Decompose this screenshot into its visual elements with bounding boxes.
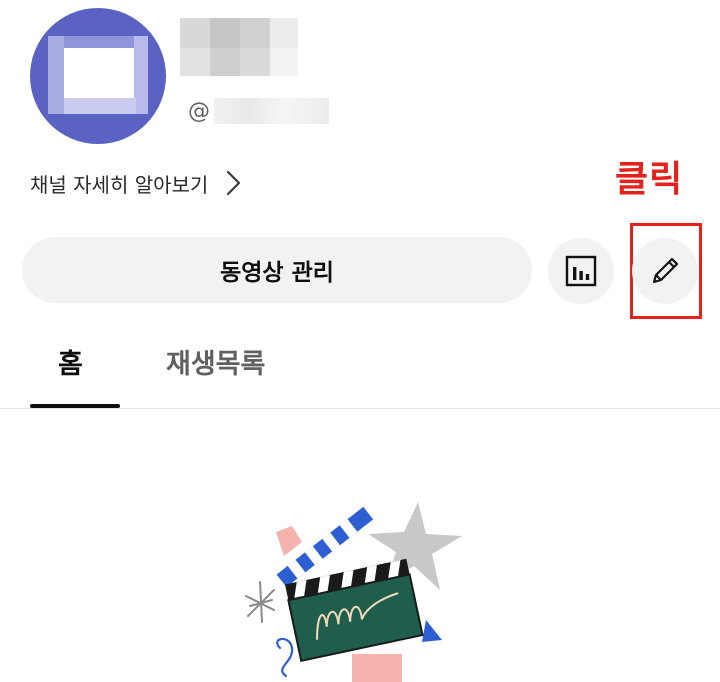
tab-home[interactable]: 홈: [58, 342, 83, 381]
pencil-icon: [652, 257, 679, 284]
channel-details-label: 채널 자세히 알아보기: [30, 172, 209, 197]
analytics-button[interactable]: [548, 238, 614, 304]
manage-videos-button[interactable]: 동영상 관리: [22, 237, 532, 303]
channel-handle: @: [188, 96, 329, 126]
annotation-click-label: 클릭: [615, 159, 684, 200]
handle-prefix: @: [188, 98, 210, 124]
tabs-divider: [0, 408, 720, 409]
chevron-right-icon: [227, 170, 241, 196]
bar-chart-icon: [565, 255, 597, 287]
edit-channel-button[interactable]: [632, 238, 698, 304]
channel-name-redacted: [180, 18, 300, 78]
tab-playlists[interactable]: 재생목록: [166, 342, 265, 381]
clapperboard-illustration: [245, 502, 462, 682]
handle-redacted: [214, 98, 329, 124]
channel-avatar[interactable]: [30, 8, 166, 144]
channel-details-link[interactable]: 채널 자세히 알아보기: [30, 166, 244, 200]
